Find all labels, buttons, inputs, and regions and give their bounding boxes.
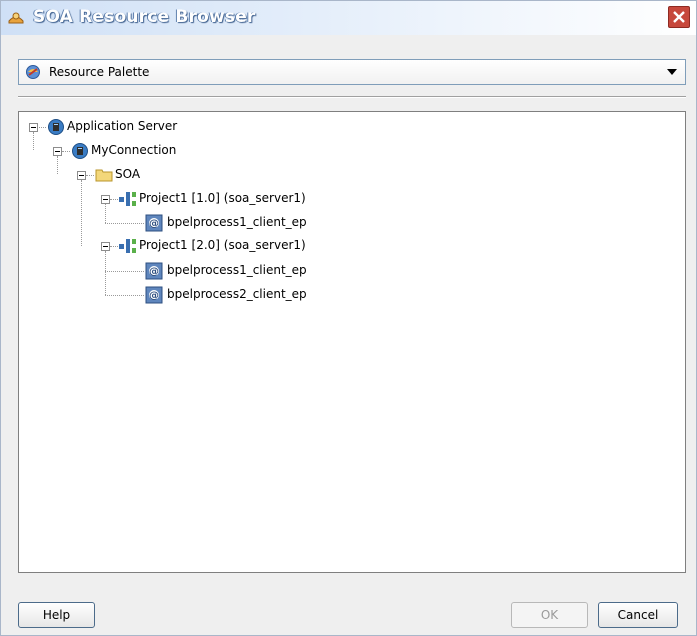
collapse-toggle[interactable]: [101, 242, 110, 251]
svg-text:@: @: [149, 291, 159, 302]
dropdown-selected-value: Resource Palette: [49, 65, 150, 79]
tree-connector: [110, 246, 118, 247]
application-server-icon: [48, 119, 64, 135]
collapse-toggle[interactable]: [29, 123, 38, 132]
tree-item-project1-2-0[interactable]: Project1 [2.0] (soa_server1): [139, 238, 306, 252]
collapse-toggle[interactable]: [77, 171, 86, 180]
soa-resource-browser-dialog: SOA Resource Browser Resource Palette Ap…: [0, 0, 697, 636]
tree-item-soa[interactable]: SOA: [115, 167, 140, 181]
collapse-toggle[interactable]: [101, 195, 110, 204]
close-button[interactable]: [668, 6, 690, 28]
tree-item-application-server[interactable]: Application Server: [67, 119, 177, 133]
close-icon: [673, 11, 685, 23]
endpoint-icon: @: [145, 262, 163, 280]
folder-icon: [95, 169, 113, 182]
svg-text:@: @: [149, 219, 159, 230]
title-bar[interactable]: SOA Resource Browser: [1, 1, 696, 35]
svg-text:@: @: [149, 267, 159, 278]
resource-palette-dropdown[interactable]: Resource Palette: [18, 59, 686, 85]
tree-item-project1-1-0[interactable]: Project1 [1.0] (soa_server1): [139, 191, 306, 205]
endpoint-icon: @: [145, 286, 163, 304]
tree-connector: [105, 271, 144, 272]
tree-connector: [37, 127, 46, 128]
window-title: SOA Resource Browser: [33, 7, 256, 27]
tree-connector: [33, 132, 34, 150]
tree-connector: [81, 180, 82, 246]
composite-icon: [119, 239, 136, 253]
tree-item-endpoint[interactable]: bpelprocess2_client_ep: [167, 287, 307, 301]
ok-button[interactable]: OK: [511, 602, 588, 628]
collapse-toggle[interactable]: [53, 147, 62, 156]
connection-icon: [72, 143, 88, 159]
help-button[interactable]: Help: [18, 602, 95, 628]
resource-palette-icon: [26, 65, 40, 79]
resource-tree[interactable]: Application Server MyConnection SOA Proj…: [18, 111, 686, 573]
tree-connector: [105, 223, 144, 224]
tree-item-endpoint[interactable]: bpelprocess1_client_ep: [167, 215, 307, 229]
tree-item-endpoint[interactable]: bpelprocess1_client_ep: [167, 263, 307, 277]
cancel-button[interactable]: Cancel: [598, 602, 678, 628]
tree-connector: [110, 199, 118, 200]
separator: [18, 96, 686, 98]
tree-connector: [105, 204, 106, 223]
tree-connector: [105, 295, 144, 296]
tree-connector: [57, 156, 58, 174]
app-icon: [8, 12, 24, 24]
tree-connector: [86, 175, 94, 176]
endpoint-icon: @: [145, 214, 163, 232]
composite-icon: [119, 192, 136, 206]
tree-item-myconnection[interactable]: MyConnection: [91, 143, 176, 157]
chevron-down-icon[interactable]: [667, 69, 677, 75]
tree-connector: [62, 151, 70, 152]
tree-connector: [105, 251, 106, 295]
